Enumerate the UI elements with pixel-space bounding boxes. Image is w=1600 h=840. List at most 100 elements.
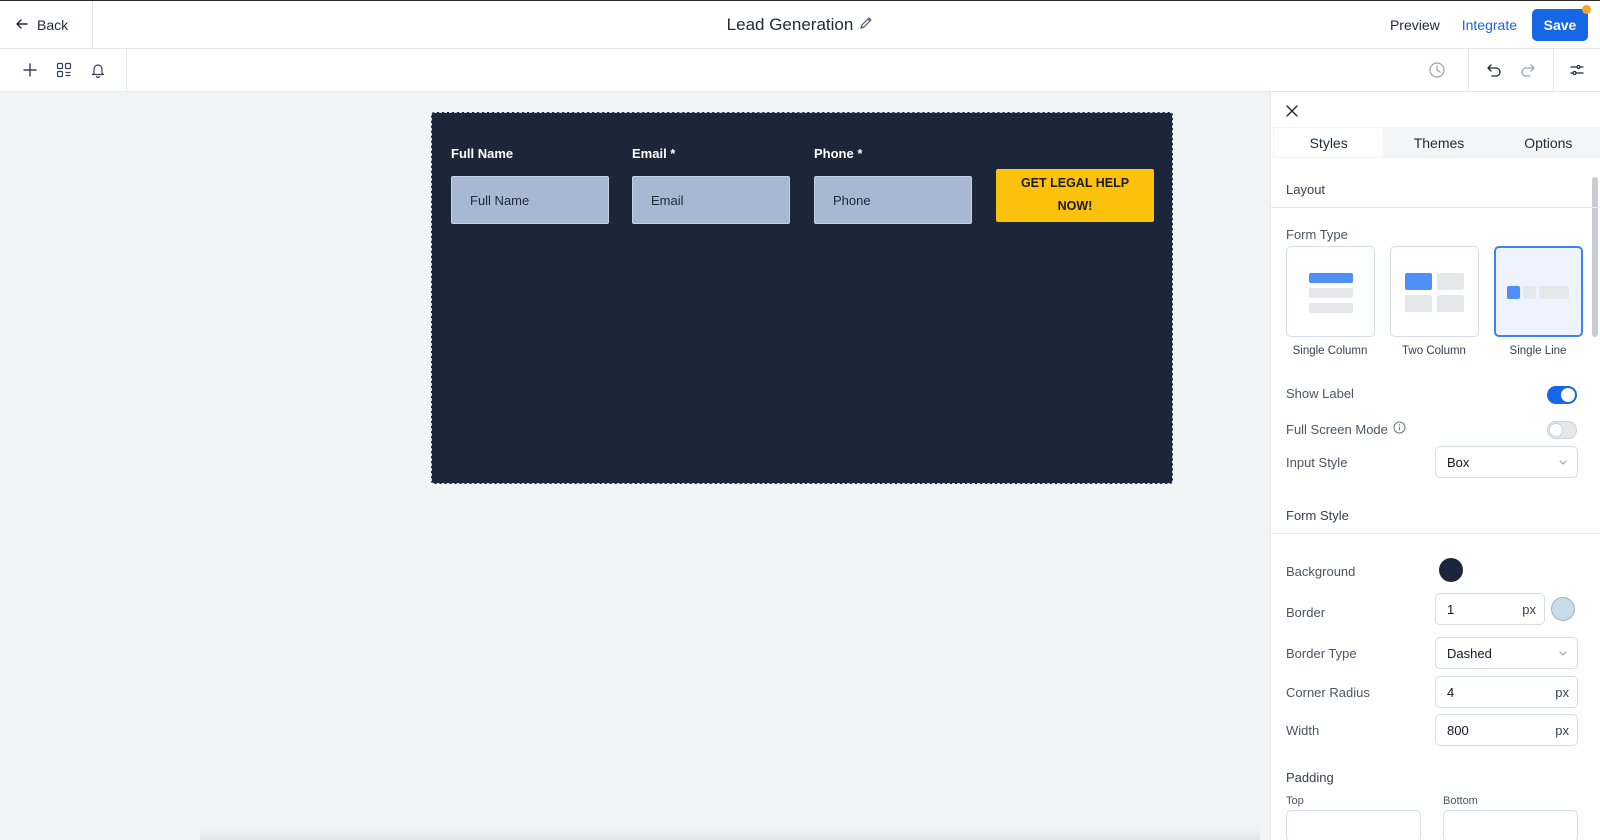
- border-width-value: 1: [1447, 601, 1455, 617]
- page-title-wrap: Lead Generation: [0, 15, 1600, 35]
- width-input[interactable]: 800 px: [1435, 714, 1578, 746]
- layout-block: [1437, 295, 1464, 312]
- form-type-single-line[interactable]: [1494, 246, 1583, 337]
- back-label: Back: [37, 17, 69, 33]
- header-actions: Preview Integrate Save: [1382, 5, 1591, 41]
- corner-radius-value: 4: [1447, 684, 1455, 700]
- padding-heading: Padding: [1286, 770, 1334, 785]
- toolbar-divider: [1468, 49, 1469, 91]
- form-type-caption: Single Column: [1292, 345, 1368, 357]
- form-type-label: Form Type: [1286, 227, 1348, 242]
- style-settings-panel: Styles Themes Options Layout Form Type S…: [1270, 92, 1600, 840]
- width-value: 800: [1447, 722, 1469, 738]
- border-type-value: Dashed: [1447, 645, 1492, 661]
- toolbar-right-group: [1420, 49, 1600, 91]
- layers-icon[interactable]: [47, 53, 81, 87]
- bell-icon[interactable]: [81, 53, 115, 87]
- back-button[interactable]: Back: [0, 1, 93, 49]
- border-width-input[interactable]: 1 px: [1435, 593, 1545, 625]
- layout-block: [1309, 288, 1353, 298]
- info-icon[interactable]: [1393, 421, 1406, 437]
- arrow-left-icon: [15, 17, 29, 34]
- field-label: Full Name: [451, 146, 514, 161]
- editor-toolbar: [0, 49, 1600, 92]
- full-screen-mode-row: Full Screen Mode: [1286, 421, 1406, 437]
- panel-tabs: Styles Themes Options: [1273, 127, 1600, 158]
- chevron-down-icon: [1557, 647, 1569, 662]
- toggle-knob: [1561, 388, 1575, 402]
- form-style-section-heading: Form Style: [1271, 498, 1600, 534]
- field-label: Phone *: [814, 146, 863, 161]
- cta-line-1: GET LEGAL HELP: [1020, 176, 1130, 190]
- chevron-down-icon: [1557, 456, 1569, 471]
- unit-label: px: [1555, 685, 1569, 700]
- page-title: Lead Generation: [726, 15, 854, 34]
- unit-label: px: [1555, 723, 1569, 738]
- form-field-phone: Phone * Phone: [814, 146, 972, 224]
- layout-block: [1405, 273, 1432, 290]
- full-screen-mode-label: Full Screen Mode: [1286, 421, 1388, 437]
- background-label: Background: [1286, 564, 1356, 579]
- padding-top-label: Top: [1286, 795, 1304, 807]
- form-type-caption: Single Line: [1509, 345, 1567, 357]
- input-style-label: Input Style: [1286, 455, 1348, 470]
- width-label: Width: [1286, 723, 1320, 738]
- show-label-label: Show Label: [1286, 386, 1354, 401]
- form-type-two-column[interactable]: [1390, 246, 1479, 337]
- save-button[interactable]: Save: [1532, 5, 1591, 41]
- background-color-swatch[interactable]: [1439, 558, 1463, 582]
- layout-block: [1405, 295, 1432, 312]
- border-color-swatch[interactable]: [1551, 597, 1575, 621]
- layout-block: [1523, 286, 1536, 299]
- input-style-value: Box: [1447, 454, 1470, 470]
- layout-block: [1507, 286, 1520, 299]
- layout-block: [1539, 286, 1569, 299]
- preview-link[interactable]: Preview: [1382, 9, 1448, 41]
- toolbar-divider: [1553, 49, 1554, 91]
- get-legal-help-button[interactable]: GET LEGAL HELP NOW!: [996, 169, 1154, 222]
- padding-bottom-input[interactable]: [1443, 810, 1578, 840]
- layout-section-heading: Layout: [1271, 172, 1600, 208]
- close-icon[interactable]: [1281, 100, 1303, 122]
- pencil-edit-icon[interactable]: [859, 15, 873, 35]
- unsaved-indicator-dot: [1582, 5, 1591, 14]
- undo-icon[interactable]: [1477, 53, 1511, 87]
- save-label: Save: [1543, 17, 1577, 33]
- phone-input[interactable]: Phone: [814, 176, 972, 224]
- form-field-full-name: Full Name Full Name: [451, 146, 609, 224]
- show-label-toggle[interactable]: [1547, 386, 1577, 404]
- border-type-label: Border Type: [1286, 646, 1357, 661]
- tab-themes[interactable]: Themes: [1384, 127, 1493, 158]
- border-label: Border: [1286, 605, 1326, 620]
- redo-icon[interactable]: [1511, 53, 1545, 87]
- form-type-single-column[interactable]: [1286, 246, 1375, 337]
- field-label: Email *: [632, 146, 676, 161]
- corner-radius-label: Corner Radius: [1286, 685, 1370, 700]
- form-type-caption: Two Column: [1402, 345, 1466, 357]
- corner-radius-input[interactable]: 4 px: [1435, 676, 1578, 708]
- form-preview-canvas[interactable]: Full Name Full Name Email * Email Phone …: [431, 112, 1173, 484]
- full-screen-mode-toggle[interactable]: [1547, 421, 1577, 439]
- border-type-select[interactable]: Dashed: [1435, 637, 1578, 669]
- top-bar: Back Lead Generation Preview Integrate S…: [0, 0, 1600, 49]
- settings-sliders-icon[interactable]: [1560, 53, 1594, 87]
- email-input[interactable]: Email: [632, 176, 790, 224]
- toggle-knob: [1549, 423, 1563, 437]
- tab-options[interactable]: Options: [1494, 127, 1600, 158]
- padding-bottom-label: Bottom: [1443, 795, 1478, 807]
- padding-top-input[interactable]: [1286, 810, 1421, 840]
- integrate-link[interactable]: Integrate: [1454, 9, 1525, 41]
- canvas-bottom-shadow: [200, 828, 1260, 840]
- layout-block: [1437, 273, 1464, 290]
- unit-label: px: [1522, 602, 1536, 617]
- history-icon[interactable]: [1420, 53, 1454, 87]
- layout-block: [1309, 273, 1353, 283]
- layout-block: [1309, 303, 1353, 313]
- tab-styles[interactable]: Styles: [1274, 128, 1384, 157]
- full-name-input[interactable]: Full Name: [451, 176, 609, 224]
- form-field-email: Email * Email: [632, 146, 790, 224]
- plus-icon[interactable]: [13, 53, 47, 87]
- input-style-select[interactable]: Box: [1435, 446, 1578, 478]
- cta-line-2: NOW!: [1057, 199, 1093, 213]
- toolbar-left-group: [0, 49, 127, 91]
